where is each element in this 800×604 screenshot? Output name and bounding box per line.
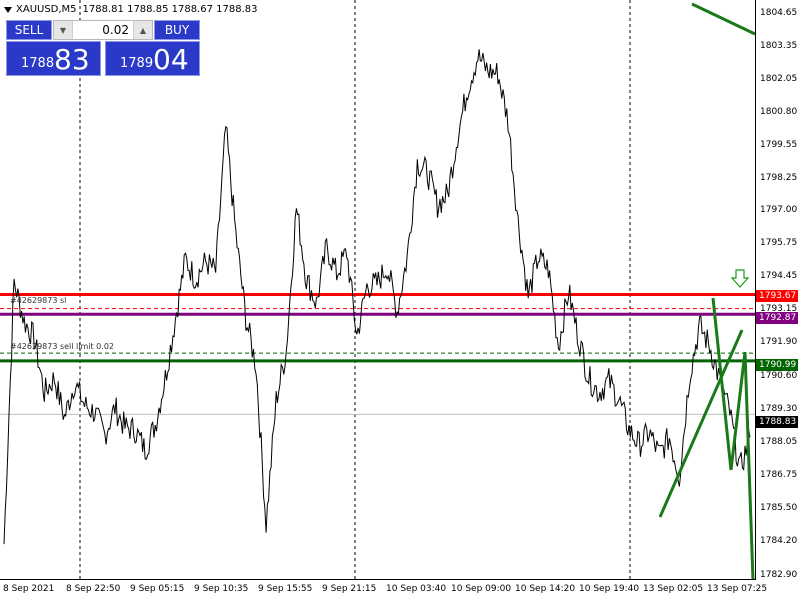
chevron-up-icon: ▲ — [139, 25, 147, 35]
time-tick-label: 9 Sep 10:35 — [194, 584, 249, 594]
buy-price-small: 1789 — [120, 56, 154, 71]
buy-price-big: 04 — [153, 43, 189, 76]
price-tick-label: 1803.35 — [760, 41, 798, 51]
price-tick-label: 1795.75 — [760, 238, 798, 248]
sell-arrow-icon[interactable] — [730, 269, 750, 288]
caret-down-icon — [4, 6, 12, 13]
sl-order-note: #42629873 sl — [10, 296, 67, 305]
sell-limit-order-note: #42629873 sell limit 0.02 — [10, 342, 114, 351]
lot-increase-button[interactable]: ▲ — [133, 21, 152, 39]
price-tick-label: 1800.80 — [760, 107, 798, 117]
price-chart[interactable] — [0, 0, 800, 600]
price-tick-label: 1804.65 — [760, 8, 798, 18]
price-tick-label: 1791.90 — [760, 337, 798, 347]
time-tick-label: 13 Sep 02:05 — [643, 584, 704, 594]
one-click-trading-panel: SELL ▼ 0.02 ▲ BUY 1788 83 1789 04 — [6, 20, 200, 76]
price-tick-label: 1790.60 — [760, 371, 798, 381]
chart-title: XAUUSD,M5 1788.81 1788.85 1788.67 1788.8… — [4, 4, 258, 15]
lot-decrease-button[interactable]: ▼ — [54, 21, 73, 39]
green-level-label: 1790.99 — [756, 359, 798, 371]
time-tick-label: 10 Sep 09:00 — [451, 584, 512, 594]
sell-price-button[interactable]: 1788 83 — [6, 41, 101, 76]
price-series-line — [3, 49, 751, 545]
time-tick-label: 8 Sep 22:50 — [66, 584, 121, 594]
lot-size-stepper[interactable]: ▼ 0.02 ▲ — [53, 20, 153, 40]
time-tick-label: 10 Sep 19:40 — [579, 584, 640, 594]
symbol-label: XAUUSD,M5 — [16, 4, 77, 15]
sell-button[interactable]: SELL — [6, 20, 52, 40]
price-tick-label: 1782.90 — [760, 570, 798, 580]
buy-price-button[interactable]: 1789 04 — [105, 41, 200, 76]
price-tick-label: 1802.05 — [760, 74, 798, 84]
price-tick-label: 1798.25 — [760, 173, 798, 183]
price-tick-label: 1797.00 — [760, 205, 798, 215]
time-tick-label: 13 Sep 07:25 — [707, 584, 768, 594]
time-tick-label: 8 Sep 2021 — [3, 584, 55, 594]
zigzag-2[interactable] — [729, 351, 747, 471]
price-tick-label: 1799.55 — [760, 140, 798, 150]
current-price-label: 1788.83 — [756, 416, 798, 428]
time-tick-label: 9 Sep 05:15 — [130, 584, 185, 594]
zigzag-1[interactable] — [711, 297, 733, 471]
sell-price-big: 83 — [54, 43, 90, 76]
purple-level-label: 1792.87 — [756, 312, 798, 324]
trendline-rising[interactable] — [658, 329, 744, 518]
trendline-top[interactable] — [691, 2, 756, 36]
time-tick-label: 9 Sep 21:15 — [322, 584, 377, 594]
buy-button[interactable]: BUY — [154, 20, 200, 40]
chart-canvas[interactable] — [0, 0, 800, 600]
price-tick-label: 1794.45 — [760, 271, 798, 281]
time-tick-label: 9 Sep 15:55 — [258, 584, 313, 594]
lot-size-input[interactable]: 0.02 — [73, 23, 133, 37]
time-axis[interactable] — [0, 579, 756, 580]
price-tick-label: 1786.75 — [760, 470, 798, 480]
price-tick-label: 1789.30 — [760, 404, 798, 414]
price-tick-label: 1785.50 — [760, 503, 798, 513]
red-level-label: 1793.67 — [756, 290, 798, 302]
time-tick-label: 10 Sep 03:40 — [386, 584, 447, 594]
zigzag-3[interactable] — [743, 351, 755, 581]
ohlc-values: 1788.81 1788.85 1788.67 1788.83 — [82, 4, 258, 15]
price-tick-label: 1788.05 — [760, 437, 798, 447]
sell-price-small: 1788 — [21, 56, 55, 71]
time-tick-label: 10 Sep 14:20 — [515, 584, 576, 594]
price-tick-label: 1784.20 — [760, 536, 798, 546]
chevron-down-icon: ▼ — [59, 25, 67, 35]
